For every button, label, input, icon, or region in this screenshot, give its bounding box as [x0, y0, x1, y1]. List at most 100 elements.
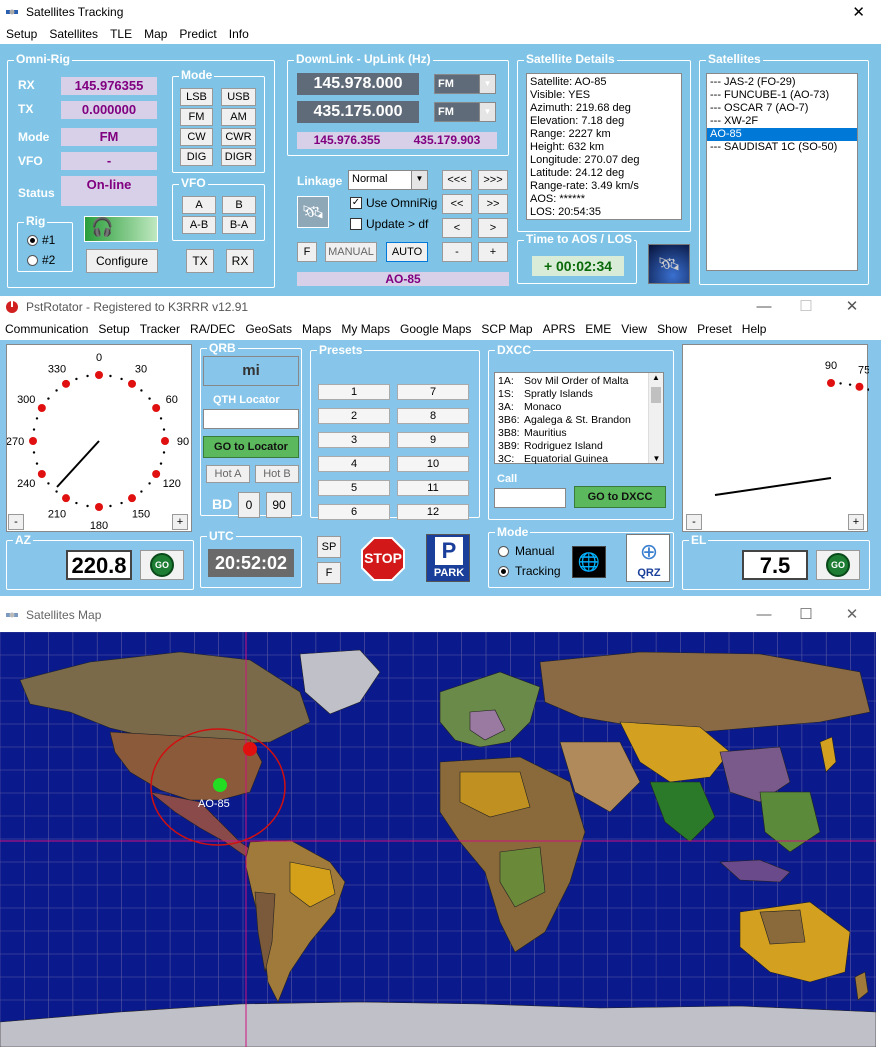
minimize-button[interactable]: —	[744, 604, 784, 626]
close-button[interactable]: ✕	[832, 296, 872, 318]
dxcc-list-item[interactable]: 3C: Equatorial Guinea	[495, 453, 663, 466]
menu-show[interactable]: Show	[652, 318, 692, 340]
satellite-antenna-icon[interactable]: 🛰	[297, 196, 329, 228]
bd-90-button[interactable]: 90	[266, 492, 292, 518]
rig1-radio[interactable]: #1	[27, 233, 55, 247]
menu-my-maps[interactable]: My Maps	[336, 318, 395, 340]
nav-fast-back-button[interactable]: <<<	[442, 170, 472, 190]
satellite-list-item[interactable]: --- OSCAR 7 (AO-7)	[707, 102, 857, 115]
mode-cwr-button[interactable]: CWR	[221, 128, 256, 146]
preset-button-6[interactable]: 6	[318, 504, 390, 520]
satellite-list-item[interactable]: --- XW-2F	[707, 115, 857, 128]
preset-button-10[interactable]: 10	[397, 456, 469, 472]
nav-plus-button[interactable]: +	[478, 242, 508, 262]
call-input[interactable]	[494, 488, 566, 508]
preset-button-1[interactable]: 1	[318, 384, 390, 400]
preset-button-3[interactable]: 3	[318, 432, 390, 448]
menu-aprs[interactable]: APRS	[538, 318, 581, 340]
az-dial[interactable]: 0 30 60 90 120 150 180 210 240 270 300 330	[6, 344, 192, 532]
dxcc-list-item[interactable]: 1S: Spratly Islands	[495, 388, 663, 401]
uplink-freq-field[interactable]: 435.175.000	[297, 101, 419, 123]
dxcc-list-item[interactable]: 3B9: Rodriguez Island	[495, 440, 663, 453]
use-omnirig-checkbox[interactable]: ✓ Use OmniRig	[350, 196, 437, 210]
menu-preset[interactable]: Preset	[692, 318, 737, 340]
scrollbar[interactable]: ▲ ▼	[648, 373, 663, 463]
satellite-list-item[interactable]: --- FUNCUBE-1 (AO-73)	[707, 89, 857, 102]
preset-button-8[interactable]: 8	[397, 408, 469, 424]
f-button[interactable]: F	[297, 242, 317, 262]
dxcc-list-item[interactable]: 3B6: Agalega & St. Brandon	[495, 414, 663, 427]
vfo-a-minus-b-button[interactable]: A-B	[182, 216, 216, 234]
dxcc-list-item[interactable]: 1A: Sov Mil Order of Malta	[495, 375, 663, 388]
qrz-button[interactable]: ⊕ QRZ	[626, 534, 670, 582]
mode-digr-button[interactable]: DIGR	[221, 148, 256, 166]
el-dial[interactable]: 9075604530150	[682, 344, 879, 532]
chevron-down-icon[interactable]: ▼	[479, 75, 495, 93]
preset-button-5[interactable]: 5	[318, 480, 390, 496]
menu-tle[interactable]: TLE	[104, 24, 138, 44]
menu-geosats[interactable]: GeoSats	[240, 318, 297, 340]
f-button[interactable]: F	[317, 562, 341, 584]
tracking-globe-icon[interactable]: 🌐	[572, 546, 606, 578]
mode-dig-button[interactable]: DIG	[180, 148, 213, 166]
satellites-list[interactable]: --- JAS-2 (FO-29) --- FUNCUBE-1 (AO-73) …	[706, 73, 858, 271]
maximize-button[interactable]: ☐	[786, 604, 826, 626]
menu-predict[interactable]: Predict	[173, 24, 222, 44]
chevron-down-icon[interactable]: ▼	[479, 103, 495, 121]
el-go-button[interactable]: GO	[816, 550, 860, 580]
nav-minus-button[interactable]: -	[442, 242, 472, 262]
menu-satellites[interactable]: Satellites	[43, 24, 104, 44]
menu-google-maps[interactable]: Google Maps	[395, 318, 476, 340]
world-map[interactable]: AO-85	[0, 632, 876, 1047]
satellite-marker[interactable]	[213, 778, 227, 792]
az-plus-button[interactable]: +	[172, 514, 188, 530]
bd-0-button[interactable]: 0	[238, 492, 260, 518]
downlink-freq-field[interactable]: 145.978.000	[297, 73, 419, 95]
nav-fast-forward-button[interactable]: >>>	[478, 170, 508, 190]
mode-fm-button[interactable]: FM	[180, 108, 213, 126]
satellite-list-item[interactable]: --- JAS-2 (FO-29)	[707, 76, 857, 89]
stop-button[interactable]: STOP	[360, 536, 406, 582]
mode-cw-button[interactable]: CW	[180, 128, 213, 146]
hot-b-button[interactable]: Hot B	[255, 465, 299, 483]
mode-am-button[interactable]: AM	[221, 108, 256, 126]
manual-radio[interactable]: Manual	[498, 544, 554, 558]
rig2-radio[interactable]: #2	[27, 253, 55, 267]
nav-back-button[interactable]: <<	[442, 194, 472, 214]
goto-dxcc-button[interactable]: GO to DXCC	[574, 486, 666, 508]
preset-button-12[interactable]: 12	[397, 504, 469, 520]
menu-setup[interactable]: Setup	[0, 24, 43, 44]
hot-a-button[interactable]: Hot A	[206, 465, 250, 483]
dxcc-list-item[interactable]: 3B8: Mauritius	[495, 427, 663, 440]
uplink-mode-select[interactable]: FM ▼	[434, 102, 496, 122]
linkage-select[interactable]: Normal ▼	[348, 170, 428, 190]
mode-lsb-button[interactable]: LSB	[180, 88, 213, 106]
menu-radec[interactable]: RA/DEC	[185, 318, 240, 340]
preset-button-11[interactable]: 11	[397, 480, 469, 496]
goto-locator-button[interactable]: GO to Locator	[203, 436, 299, 458]
station-marker[interactable]	[243, 742, 257, 756]
dxcc-list[interactable]: 1A: Sov Mil Order of Malta 1S: Spratly Isla…	[494, 372, 664, 466]
menu-maps[interactable]: Maps	[297, 318, 336, 340]
chevron-down-icon[interactable]: ▼	[411, 171, 427, 189]
tx-button[interactable]: TX	[186, 249, 214, 273]
qth-locator-input[interactable]	[203, 409, 299, 429]
mode-usb-button[interactable]: USB	[221, 88, 256, 106]
menu-eme[interactable]: EME	[580, 318, 616, 340]
manual-button[interactable]: MANUAL	[325, 242, 377, 262]
satellite-list-item[interactable]: --- SAUDISAT 1C (SO-50)	[707, 141, 857, 154]
preset-button-2[interactable]: 2	[318, 408, 390, 424]
vfo-b-minus-a-button[interactable]: B-A	[222, 216, 256, 234]
menu-setup[interactable]: Setup	[93, 318, 134, 340]
tracking-radio[interactable]: Tracking	[498, 564, 561, 578]
maximize-button[interactable]: ☐	[786, 296, 826, 318]
menu-map[interactable]: Map	[138, 24, 173, 44]
el-plus-button[interactable]: +	[848, 514, 864, 530]
downlink-mode-select[interactable]: FM ▼	[434, 74, 496, 94]
vfo-a-button[interactable]: A	[182, 196, 216, 214]
rx-button[interactable]: RX	[226, 249, 254, 273]
park-button[interactable]: P PARK	[426, 534, 470, 582]
preset-button-4[interactable]: 4	[318, 456, 390, 472]
configure-button[interactable]: Configure	[86, 249, 158, 273]
menu-scp-map[interactable]: SCP Map	[476, 318, 537, 340]
